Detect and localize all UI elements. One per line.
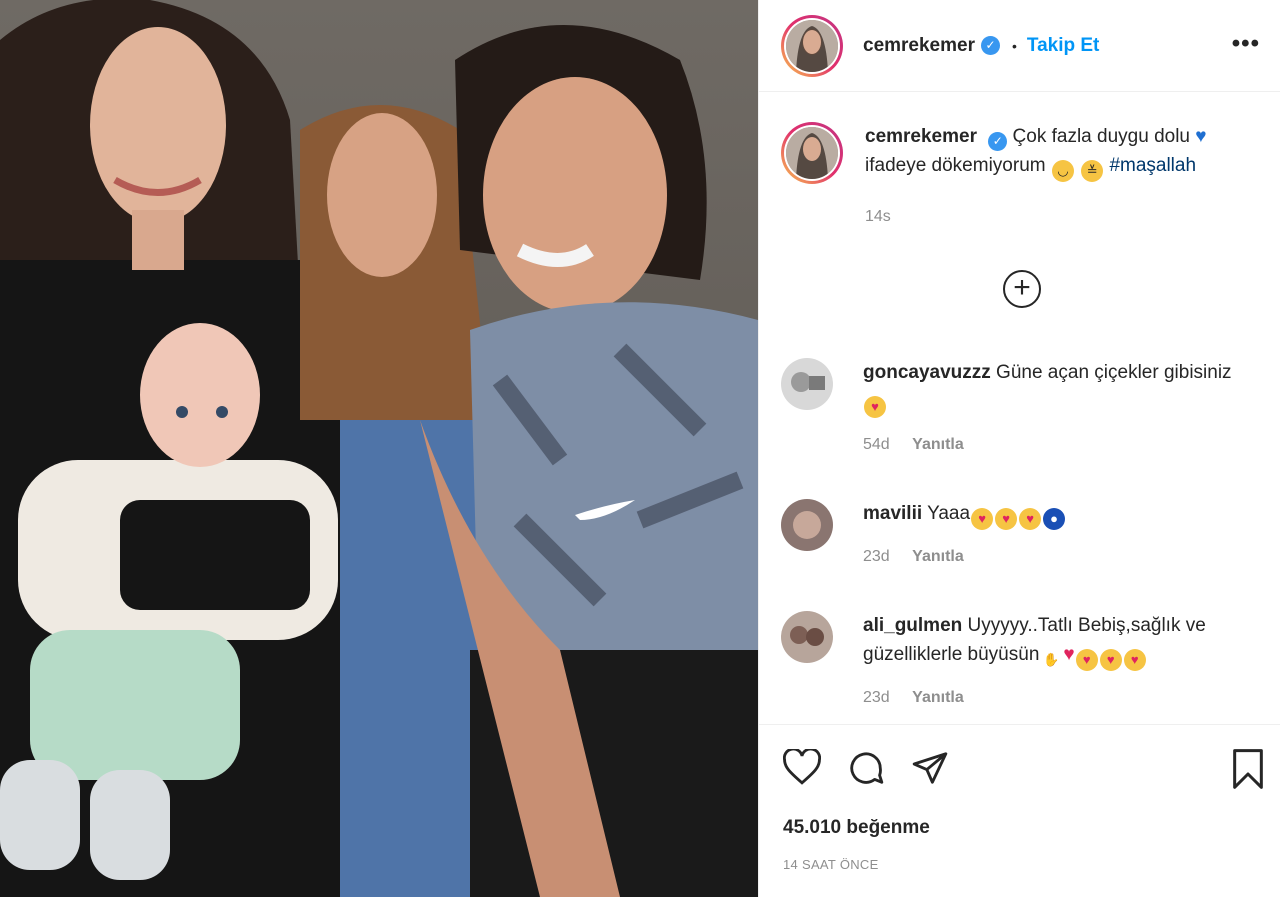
hashtag-link[interactable]: #maşallah bbox=[1109, 155, 1196, 176]
verified-icon: ✓ bbox=[988, 132, 1008, 151]
post-timestamp: 14 SAAT ÖNCE bbox=[783, 857, 879, 872]
reply-button[interactable]: Yanıtla bbox=[912, 436, 964, 453]
avatar-image bbox=[786, 19, 838, 72]
heart-eyes-emoji-icon: ♥ bbox=[864, 396, 886, 418]
comment-time: 23d bbox=[863, 548, 890, 565]
comment-text: Güne açan çiçekler gibisiniz bbox=[996, 362, 1232, 383]
heart-icon[interactable] bbox=[783, 749, 821, 785]
plus-circle-icon[interactable]: + bbox=[1003, 270, 1041, 308]
commenter-avatar[interactable] bbox=[781, 611, 833, 663]
verified-icon: ✓ bbox=[980, 36, 1000, 55]
commenter-username[interactable]: goncayavuzzz bbox=[863, 362, 991, 383]
commenter-username[interactable]: mavilii bbox=[863, 503, 922, 524]
smile-emoji-icon: ◡ bbox=[1051, 160, 1074, 182]
comment-item: ali_gulmen Uyyyyy..Tatlı Bebiş,sağlık ve… bbox=[781, 611, 1253, 707]
kiss-emoji-icon: ♥ bbox=[1123, 649, 1146, 671]
commenter-username[interactable]: ali_gulmen bbox=[863, 615, 962, 636]
post-header: cemrekemer ✓ • Takip Et ••• bbox=[759, 0, 1280, 92]
post-view: cemrekemer ✓ • Takip Et ••• cemrekemer ✓ bbox=[0, 0, 1280, 897]
kiss-emoji-icon: ♥ bbox=[1099, 649, 1122, 671]
caption-username[interactable]: cemrekemer bbox=[865, 126, 977, 147]
comment-time: 54d bbox=[863, 436, 890, 453]
red-heart-icon: ♥ bbox=[1063, 644, 1075, 665]
reply-button[interactable]: Yanıtla bbox=[912, 689, 964, 706]
comment-item: mavilii Yaaa ♥ ♥ ♥ ● 23d Yanıtla bbox=[781, 499, 1253, 566]
follow-button[interactable]: Takip Et bbox=[1027, 35, 1100, 57]
bookmark-icon[interactable] bbox=[1231, 749, 1265, 789]
comments-section[interactable]: cemrekemer ✓ Çok fazla duygu dolu ♥ ifad… bbox=[759, 92, 1280, 724]
comment-icon[interactable] bbox=[847, 749, 885, 787]
comment-text: Yaaa bbox=[927, 503, 971, 524]
smiling-hearts-emoji-icon: ♥ bbox=[1019, 508, 1042, 530]
smiling-hearts-emoji-icon: ♥ bbox=[995, 508, 1018, 530]
author-avatar[interactable] bbox=[781, 14, 843, 77]
smiling-hearts-emoji-icon: ♥ bbox=[971, 508, 994, 530]
praying-hands-emoji-icon: ✋ bbox=[1043, 652, 1060, 667]
comment-time: 23d bbox=[863, 689, 890, 706]
caption-avatar[interactable] bbox=[781, 122, 843, 184]
author-username[interactable]: cemrekemer bbox=[863, 35, 975, 57]
laugh-emoji-icon: ≚ bbox=[1081, 160, 1104, 182]
nazar-amulet-icon: ● bbox=[1043, 508, 1066, 530]
post-side-panel: cemrekemer ✓ • Takip Et ••• cemrekemer ✓ bbox=[758, 0, 1280, 897]
more-icon[interactable]: ••• bbox=[1232, 30, 1260, 58]
caption: cemrekemer ✓ Çok fazla duygu dolu ♥ ifad… bbox=[781, 122, 1265, 231]
reply-button[interactable]: Yanıtla bbox=[912, 548, 964, 565]
share-icon[interactable] bbox=[911, 749, 949, 787]
comment-item: goncayavuzzz Güne açan çiçekler gibisini… bbox=[781, 358, 1253, 454]
separator-dot: • bbox=[1011, 37, 1017, 54]
caption-text-line2: ifadeye dökemiyorum bbox=[865, 155, 1046, 176]
likes-count[interactable]: 45.010 beğenme bbox=[783, 817, 930, 839]
post-actions: 45.010 beğenme 14 SAAT ÖNCE bbox=[759, 724, 1280, 897]
heart-eyes-emoji-icon: ♥ bbox=[1075, 649, 1098, 671]
commenter-avatar[interactable] bbox=[781, 358, 833, 410]
caption-text: Çok fazla duygu dolu bbox=[1012, 126, 1190, 147]
commenter-avatar[interactable] bbox=[781, 499, 833, 551]
photo-illustration bbox=[0, 0, 758, 897]
blue-heart-icon: ♥ bbox=[1195, 126, 1207, 147]
post-photo[interactable] bbox=[0, 0, 758, 897]
caption-time: 14s bbox=[865, 208, 891, 225]
